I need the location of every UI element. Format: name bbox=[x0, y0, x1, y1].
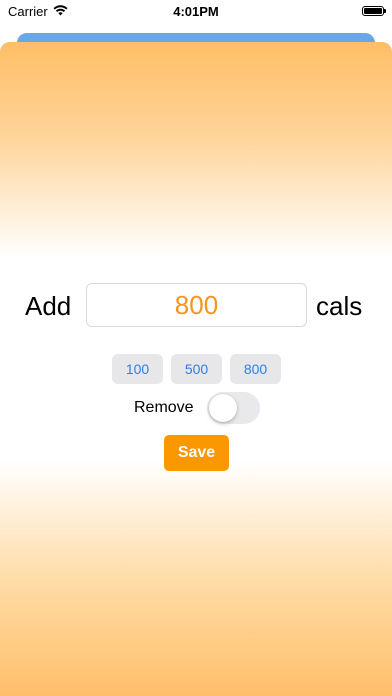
status-bar: Carrier 4:01PM bbox=[0, 0, 392, 24]
unit-label: cals bbox=[316, 291, 363, 321]
add-label: Add bbox=[25, 291, 72, 321]
remove-label: Remove bbox=[134, 399, 194, 416]
calorie-entry-sheet: Add cals 100 500 800 Remove Save bbox=[0, 42, 392, 696]
preset-500-button[interactable]: 500 bbox=[171, 354, 222, 384]
add-calories-row: Add cals bbox=[0, 283, 392, 329]
preset-100-button[interactable]: 100 bbox=[112, 354, 163, 384]
preset-800-button[interactable]: 800 bbox=[230, 354, 281, 384]
toggle-knob bbox=[209, 394, 237, 422]
clock-time: 4:01PM bbox=[173, 4, 219, 19]
battery-icon bbox=[362, 6, 386, 16]
remove-toggle[interactable] bbox=[207, 392, 260, 424]
calorie-amount-input[interactable] bbox=[86, 283, 307, 327]
save-button[interactable]: Save bbox=[164, 435, 229, 471]
remove-row: Remove bbox=[0, 392, 392, 424]
